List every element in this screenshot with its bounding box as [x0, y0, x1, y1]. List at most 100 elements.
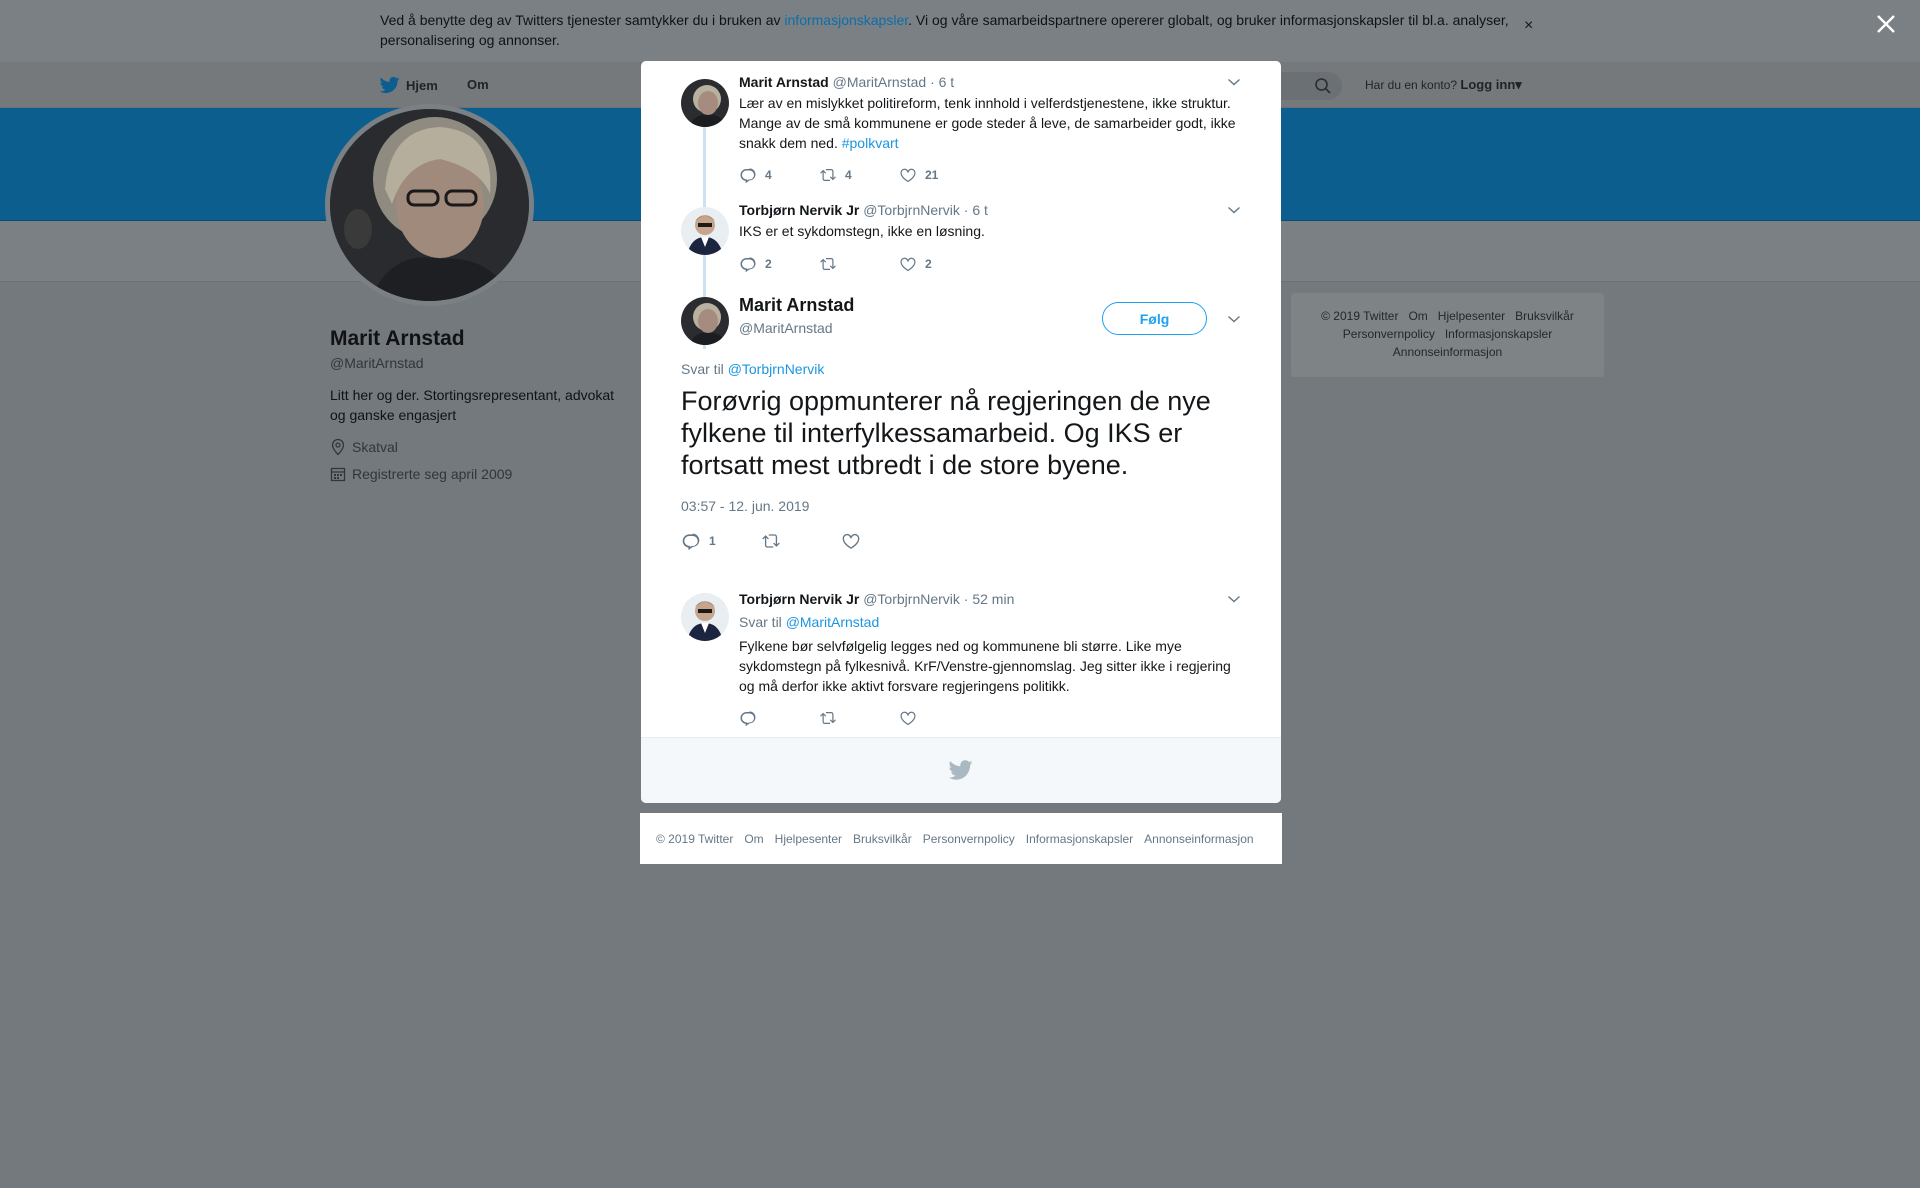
calendar-icon — [330, 467, 346, 482]
cookie-text-before: Ved å benytte deg av Twitters tjenester … — [380, 12, 785, 28]
main-tweet-author-name[interactable]: Marit Arnstad — [739, 295, 854, 316]
tweet-text: Lær av en mislykket politireform, tenk i… — [739, 93, 1249, 153]
modal-bottom-footer: © 2019 Twitter Om Hjelpesenter Bruksvilk… — [640, 813, 1282, 864]
reply-to-link[interactable]: @MaritArnstad — [786, 614, 880, 630]
tweet-text: Fylkene bør selvfølgelig legges ned og k… — [739, 638, 1231, 694]
tweet-header: Torbjørn Nervik Jr @TorbjrnNervik · 52 m… — [739, 591, 1014, 607]
tweet-time[interactable]: · 52 min — [964, 591, 1015, 607]
close-icon[interactable] — [1872, 10, 1900, 38]
profile-handle[interactable]: @MaritArnstad — [330, 355, 424, 371]
tweet-author-handle[interactable]: @MaritArnstad — [833, 74, 927, 90]
chevron-down-icon[interactable] — [1227, 594, 1241, 604]
tweet-author-handle[interactable]: @TorbjrnNervik — [863, 202, 960, 218]
side-footer-row: Personvernpolicy Informasjonskapsler — [1291, 325, 1604, 343]
search-icon[interactable] — [1314, 77, 1332, 95]
reply-button[interactable] — [739, 709, 819, 727]
side-footer-privacy-link[interactable]: Personvernpolicy — [1343, 327, 1435, 341]
retweet-icon — [819, 709, 837, 727]
tweet-author-name[interactable]: Torbjørn Nervik Jr — [739, 591, 859, 607]
login-link[interactable]: Logg inn▾ — [1460, 77, 1521, 92]
tweet-actions: 2 2 — [739, 255, 979, 273]
reply-context: Svar til @MaritArnstad — [739, 614, 879, 630]
retweet-button[interactable] — [761, 531, 841, 551]
heart-icon — [841, 531, 861, 551]
profile-bio: Litt her og der. Stortingsrepresentant, … — [330, 387, 615, 423]
account-prompt: Har du en konto? Logg inn▾ — [1365, 77, 1522, 93]
avatar[interactable] — [681, 297, 729, 345]
follow-button[interactable]: Følg — [1102, 302, 1207, 335]
like-button[interactable]: 21 — [899, 166, 979, 184]
tweet-actions: 4 4 21 — [739, 166, 979, 184]
account-question: Har du en konto? — [1365, 78, 1458, 92]
tweet-author-name[interactable]: Marit Arnstad — [739, 74, 829, 90]
main-tweet-timestamp[interactable]: 03:57 - 12. jun. 2019 — [681, 498, 809, 514]
reply-button[interactable]: 2 — [739, 255, 819, 273]
retweet-icon — [761, 531, 781, 551]
footer-help-link[interactable]: Hjelpesenter — [775, 832, 842, 846]
profile-avatar[interactable] — [325, 104, 534, 306]
side-footer-row: © 2019 Twitter Om Hjelpesenter Bruksvilkår — [1291, 307, 1604, 325]
twitter-bird-icon — [949, 758, 973, 782]
retweet-button[interactable]: 4 — [819, 166, 899, 184]
reply-prefix: Svar til — [739, 614, 782, 630]
profile-name[interactable]: Marit Arnstad — [330, 327, 465, 351]
hashtag-link[interactable]: #polkvart — [842, 135, 899, 151]
tweet-header: Torbjørn Nervik Jr @TorbjrnNervik · 6 t — [739, 202, 988, 218]
tweet-text: IKS er et sykdomstegn, ikke en løsning. — [739, 223, 985, 239]
tweet-author-name[interactable]: Torbjørn Nervik Jr — [739, 202, 859, 218]
reply-icon — [681, 531, 701, 551]
footer-cookies-link[interactable]: Informasjonskapsler — [1026, 832, 1133, 846]
chevron-down-icon[interactable] — [1227, 205, 1241, 215]
side-footer-ads-link[interactable]: Annonseinformasjon — [1393, 345, 1502, 359]
footer-terms-link[interactable]: Bruksvilkår — [853, 832, 912, 846]
chevron-down-icon[interactable] — [1227, 77, 1241, 87]
side-footer-help-link[interactable]: Hjelpesenter — [1438, 309, 1505, 323]
tweet-header: Marit Arnstad @MaritArnstad · 6 t — [739, 74, 954, 90]
joined-text: Registrerte seg april 2009 — [352, 466, 513, 482]
tweet-author-handle[interactable]: @TorbjrnNervik — [863, 591, 960, 607]
reply-button[interactable]: 1 — [681, 531, 761, 551]
like-button[interactable] — [841, 531, 921, 551]
reply-to-link[interactable]: @TorbjrnNervik — [728, 361, 825, 377]
tweet-time[interactable]: · 6 t — [964, 202, 988, 218]
reply-icon — [739, 709, 757, 727]
side-footer-about-link[interactable]: Om — [1408, 309, 1427, 323]
retweet-icon — [819, 255, 837, 273]
like-button[interactable] — [899, 709, 979, 727]
main-tweet-text: Forøvrig oppmunterer nå regjeringen de n… — [681, 386, 1211, 480]
retweet-button[interactable] — [819, 709, 899, 727]
cookie-close-button[interactable]: × — [1524, 17, 1533, 35]
retweet-button[interactable] — [819, 255, 899, 273]
reply-count: 1 — [709, 534, 716, 548]
chevron-down-icon[interactable] — [1227, 314, 1241, 324]
avatar[interactable] — [681, 79, 729, 127]
cookie-text: Ved å benytte deg av Twitters tjenester … — [380, 10, 1520, 50]
footer-privacy-link[interactable]: Personvernpolicy — [923, 832, 1015, 846]
heart-icon — [899, 166, 917, 184]
reply-count: 2 — [765, 257, 772, 271]
profile-location: Skatval — [330, 438, 398, 456]
twitter-bird-icon — [380, 75, 400, 95]
footer-copyright: © 2019 Twitter — [656, 831, 734, 846]
nav-home-link[interactable]: Hjem — [380, 75, 438, 95]
tweet-actions: 1 — [681, 531, 921, 551]
cookie-banner: Ved å benytte deg av Twitters tjenester … — [0, 0, 1920, 62]
side-footer-terms-link[interactable]: Bruksvilkår — [1515, 309, 1574, 323]
like-count: 2 — [925, 257, 932, 271]
main-tweet-author-handle[interactable]: @MaritArnstad — [739, 320, 833, 336]
location-text: Skatval — [352, 439, 398, 455]
avatar[interactable] — [681, 593, 729, 641]
profile-joined: Registrerte seg april 2009 — [330, 466, 512, 482]
side-footer-copyright: © 2019 Twitter — [1321, 309, 1399, 323]
footer-about-link[interactable]: Om — [744, 832, 763, 846]
nav-about-link[interactable]: Om — [467, 77, 489, 92]
footer-ads-link[interactable]: Annonseinformasjon — [1144, 832, 1253, 846]
reply-button[interactable]: 4 — [739, 166, 819, 184]
reply-context: Svar til @TorbjrnNervik — [681, 361, 824, 377]
avatar[interactable] — [681, 207, 729, 255]
side-footer: © 2019 Twitter Om Hjelpesenter Bruksvilkår … — [1291, 293, 1604, 377]
like-button[interactable]: 2 — [899, 255, 979, 273]
side-footer-cookies-link[interactable]: Informasjonskapsler — [1445, 327, 1552, 341]
cookie-policy-link[interactable]: informasjonskapsler — [784, 12, 908, 28]
tweet-time[interactable]: · 6 t — [930, 74, 954, 90]
